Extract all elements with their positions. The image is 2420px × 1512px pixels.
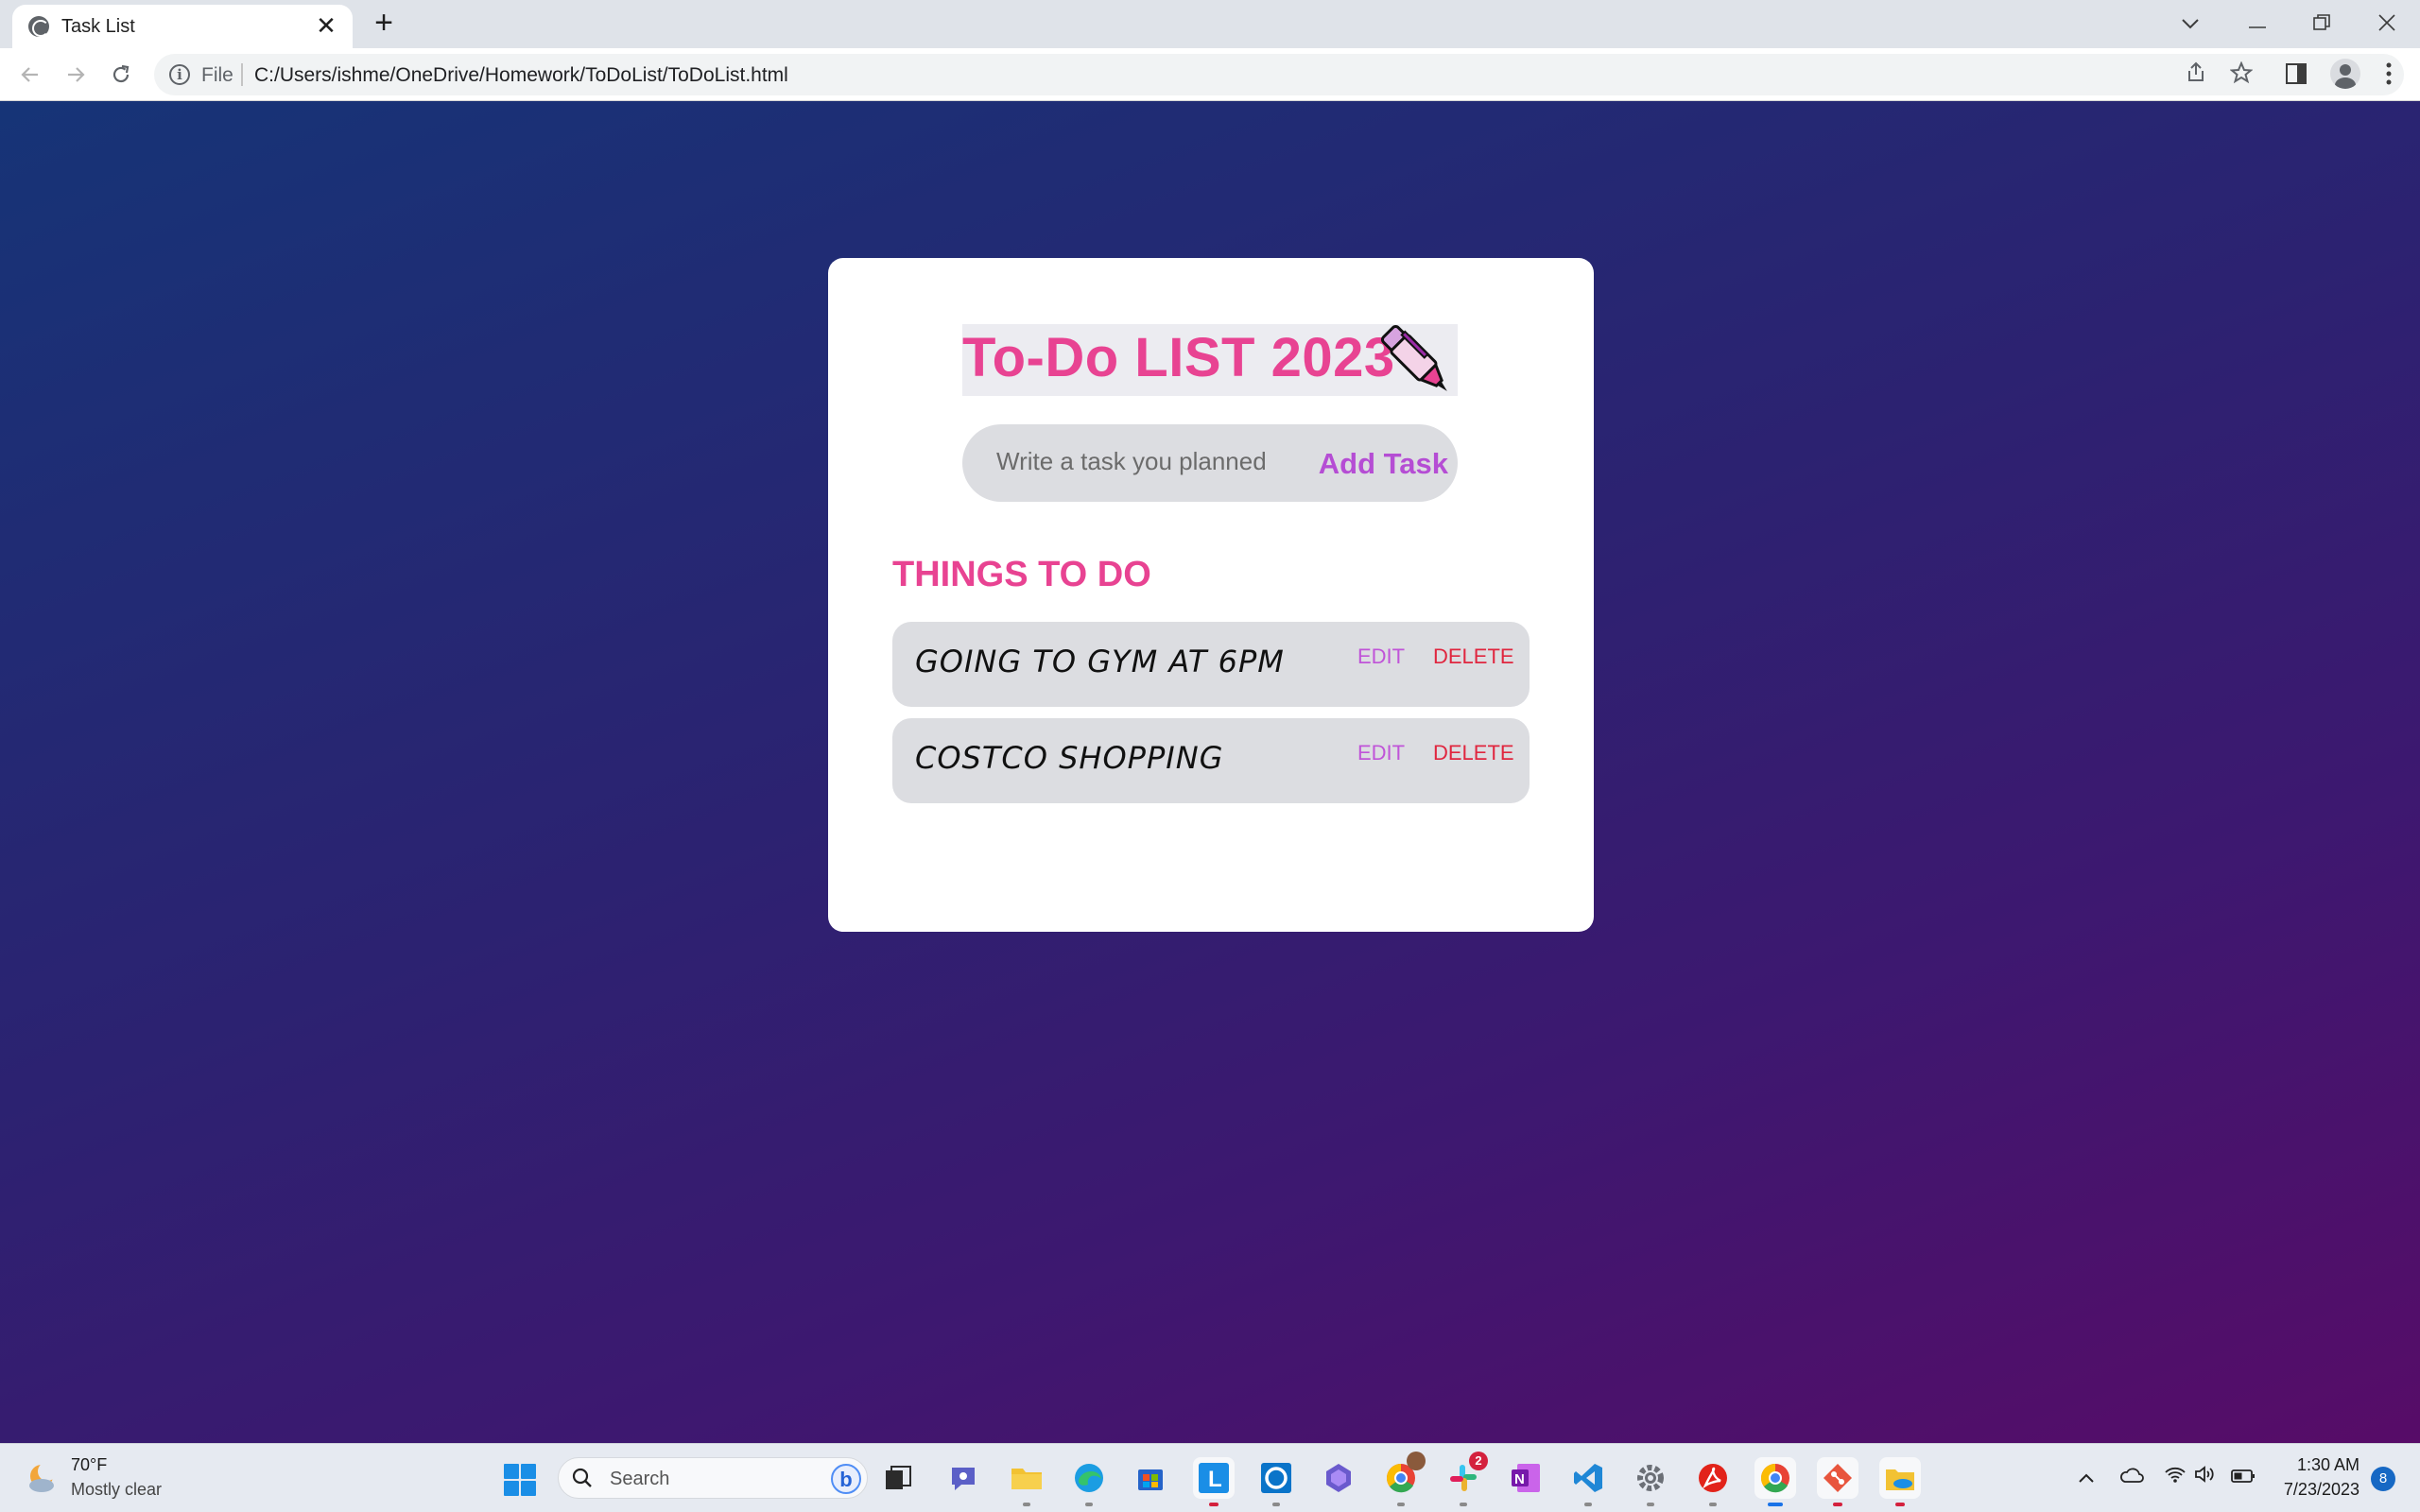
address-bar[interactable]: i File C:/Users/ishme/OneDrive/Homework/… xyxy=(154,54,2404,95)
minimize-icon[interactable] xyxy=(2238,6,2276,40)
moon-cloud-weather-icon[interactable] xyxy=(26,1461,60,1495)
onedrive-cloud-icon[interactable] xyxy=(2119,1465,2144,1489)
delete-button[interactable]: DELETE xyxy=(1433,644,1514,669)
notification-center-badge[interactable]: 8 xyxy=(2371,1467,2395,1491)
weather-temperature[interactable]: 70°F xyxy=(71,1455,107,1475)
task-text: COSTCO SHOPPING xyxy=(915,740,1224,776)
running-indicator xyxy=(1460,1503,1467,1506)
wifi-icon[interactable] xyxy=(2163,1465,2187,1489)
svg-text:N: N xyxy=(1514,1471,1525,1487)
task-text: GOING TO GYM AT 6PM xyxy=(915,644,1285,679)
search-icon xyxy=(572,1468,592,1487)
url-text[interactable]: C:/Users/ishme/OneDrive/Homework/ToDoLis… xyxy=(254,64,788,87)
taskbar-search[interactable]: Search b xyxy=(558,1457,868,1499)
share-icon[interactable] xyxy=(2183,61,2209,88)
reload-icon[interactable] xyxy=(104,58,138,92)
title-banner: To-Do LIST 2023 xyxy=(962,324,1458,396)
clock-date[interactable]: 7/23/2023 xyxy=(2284,1480,2360,1500)
task-input[interactable] xyxy=(996,438,1280,485)
running-indicator xyxy=(1895,1503,1905,1506)
windows-start-icon[interactable] xyxy=(504,1464,536,1496)
restore-icon[interactable] xyxy=(2303,6,2341,40)
bookmark-star-icon[interactable] xyxy=(2228,60,2255,88)
microsoft-store-icon[interactable] xyxy=(1130,1457,1171,1499)
acrobat-icon[interactable] xyxy=(1692,1457,1734,1506)
section-title: THINGS TO DO xyxy=(892,555,1151,594)
battery-icon[interactable] xyxy=(2231,1465,2256,1489)
side-panel-icon[interactable] xyxy=(2286,63,2307,84)
todo-card: To-Do LIST 2023 Add Task THINGS TO DO GO… xyxy=(828,258,1594,932)
settings-gear-icon[interactable] xyxy=(1630,1457,1671,1506)
notification-badge: 2 xyxy=(1469,1452,1488,1470)
profile-avatar-badge xyxy=(1407,1452,1426,1470)
browser-tabstrip: Task List ✕ + xyxy=(0,0,2420,48)
task-input-container: Add Task xyxy=(962,424,1458,502)
cortana-icon[interactable] xyxy=(1255,1457,1297,1506)
page-background: To-Do LIST 2023 Add Task THINGS TO DO GO… xyxy=(0,101,2420,1443)
task-item: GOING TO GYM AT 6PM EDIT DELETE xyxy=(892,622,1530,707)
profile-avatar-icon[interactable] xyxy=(2330,59,2360,89)
lockdown-browser-icon[interactable]: L xyxy=(1193,1457,1235,1506)
running-indicator xyxy=(1085,1503,1093,1506)
back-arrow-icon[interactable] xyxy=(13,58,47,92)
running-indicator xyxy=(1272,1503,1280,1506)
running-indicator xyxy=(1584,1503,1592,1506)
running-indicator xyxy=(1023,1503,1030,1506)
onenote-icon[interactable]: N xyxy=(1505,1457,1547,1499)
task-view-icon[interactable] xyxy=(877,1457,919,1499)
new-tab-button[interactable]: + xyxy=(369,7,399,39)
chrome-profile-icon[interactable] xyxy=(1380,1452,1426,1506)
forward-arrow-icon[interactable] xyxy=(59,58,93,92)
kebab-menu-icon[interactable] xyxy=(2377,59,2400,89)
chevron-up-icon[interactable] xyxy=(2074,1465,2099,1489)
running-indicator xyxy=(1768,1503,1783,1506)
browser-toolbar: i File C:/Users/ishme/OneDrive/Homework/… xyxy=(0,48,2420,101)
git-gui-icon[interactable] xyxy=(1817,1457,1858,1506)
edit-button[interactable]: EDIT xyxy=(1357,741,1405,765)
page-title: To-Do LIST 2023 xyxy=(962,327,1395,388)
search-label: Search xyxy=(610,1469,670,1489)
close-window-icon[interactable] xyxy=(2368,6,2406,40)
tab-task-list[interactable]: Task List ✕ xyxy=(12,5,353,48)
teams-chat-icon[interactable] xyxy=(942,1457,984,1499)
divider xyxy=(241,63,243,86)
add-task-button[interactable]: Add Task xyxy=(1319,443,1448,485)
running-indicator xyxy=(1647,1503,1654,1506)
task-item: COSTCO SHOPPING EDIT DELETE xyxy=(892,718,1530,803)
slack-icon[interactable]: 2 xyxy=(1443,1452,1488,1506)
running-indicator xyxy=(1209,1503,1219,1506)
vscode-icon[interactable] xyxy=(1567,1457,1609,1506)
taskbar: 70°F Mostly clear Search b L 2 N 1:30 AM… xyxy=(0,1443,2420,1512)
tab-search-chevron-icon[interactable] xyxy=(2171,6,2209,40)
pen-icon xyxy=(1380,324,1447,391)
file-explorer-icon[interactable] xyxy=(1006,1457,1047,1506)
running-indicator xyxy=(1709,1503,1717,1506)
running-indicator xyxy=(1833,1503,1842,1506)
svg-text:L: L xyxy=(1208,1467,1222,1492)
file-label: File xyxy=(201,64,233,86)
info-icon[interactable]: i xyxy=(169,64,190,85)
tab-close-icon[interactable]: ✕ xyxy=(313,12,339,39)
globe-icon xyxy=(28,16,49,37)
clock-time[interactable]: 1:30 AM xyxy=(2297,1455,2360,1475)
running-indicator xyxy=(1397,1503,1405,1506)
onedrive-folder-icon[interactable] xyxy=(1879,1457,1921,1506)
weather-description[interactable]: Mostly clear xyxy=(71,1480,162,1500)
delete-button[interactable]: DELETE xyxy=(1433,741,1514,765)
chrome-icon[interactable] xyxy=(1754,1457,1796,1506)
edit-button[interactable]: EDIT xyxy=(1357,644,1405,669)
copilot-icon[interactable] xyxy=(1318,1457,1359,1499)
tab-title: Task List xyxy=(61,16,135,37)
edge-browser-icon[interactable] xyxy=(1068,1457,1110,1506)
volume-icon[interactable] xyxy=(2193,1465,2218,1489)
bing-icon[interactable]: b xyxy=(831,1464,861,1494)
